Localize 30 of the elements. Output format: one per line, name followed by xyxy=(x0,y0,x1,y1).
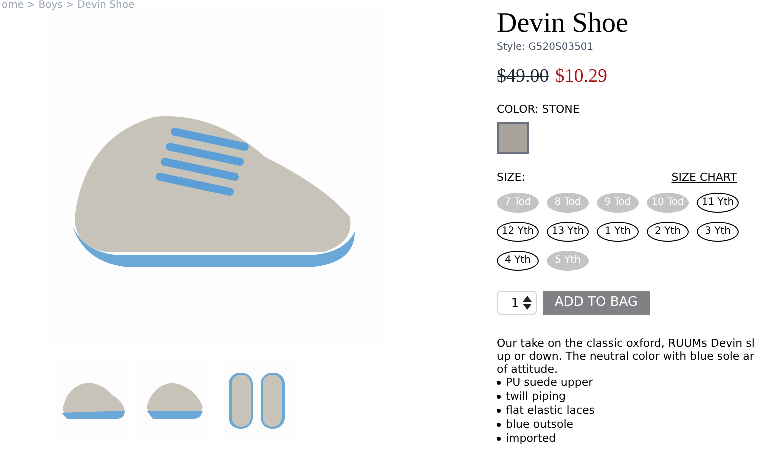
size-option[interactable]: 12 Yth xyxy=(497,222,539,242)
feature-item: twill piping xyxy=(506,390,566,404)
color-swatch[interactable] xyxy=(497,122,529,154)
product-description: Our take on the classic oxford, RUUMs Devin sl up or down. The neutral color with blue sole ar of attitude. xyxy=(497,336,756,376)
size-option[interactable]: 13 Yth xyxy=(547,222,589,242)
size-option[interactable]: 11 Yth xyxy=(697,192,739,212)
feature-item: flat elastic laces xyxy=(506,404,596,418)
quantity-field[interactable]: 1 xyxy=(497,290,537,314)
color-label: COLOR: STONE xyxy=(497,102,581,118)
bullet-icon xyxy=(497,422,501,426)
feature-item: blue outsole xyxy=(506,418,574,432)
size-option[interactable]: 3 Yth xyxy=(697,222,739,242)
sale-price: $10.29 xyxy=(555,65,608,89)
bullet-icon xyxy=(497,394,501,398)
style-number: Style: G520S03501 xyxy=(497,41,595,55)
spinner-icon xyxy=(523,296,532,310)
original-price: $49.00 xyxy=(497,65,550,89)
size-option[interactable]: 2 Yth xyxy=(647,222,689,242)
feature-item: PU suede upper xyxy=(506,376,594,390)
size-chart-link[interactable]: SIZE CHART xyxy=(672,170,737,186)
product-title: Devin Shoe xyxy=(497,10,630,38)
bullet-icon xyxy=(497,380,501,384)
feature-item: imported xyxy=(506,432,556,446)
size-option[interactable]: 4 Yth xyxy=(497,250,539,270)
add-to-bag-button[interactable]: ADD TO BAG xyxy=(543,290,650,314)
bullet-icon xyxy=(497,408,501,412)
bullet-icon xyxy=(497,436,501,440)
breadcrumb: ome > Boys > Devin Shoe xyxy=(2,0,135,12)
size-option[interactable]: 1 Yth xyxy=(597,222,639,242)
size-label: SIZE: xyxy=(497,170,526,186)
